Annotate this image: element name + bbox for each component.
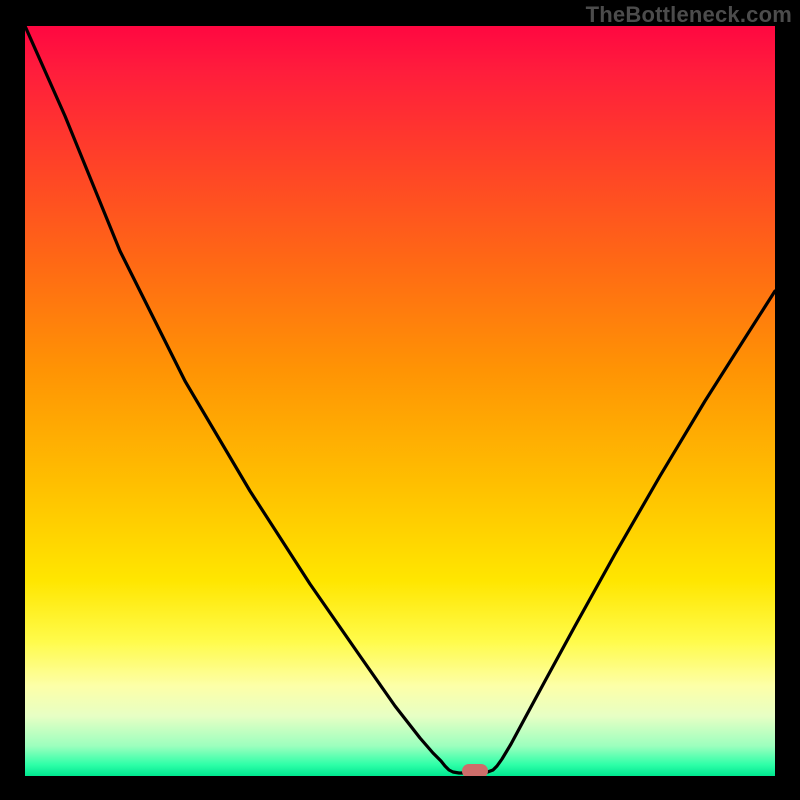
plot-area [25, 26, 775, 776]
bottleneck-curve [25, 26, 775, 776]
minimum-marker [462, 764, 488, 776]
chart-frame: TheBottleneck.com [0, 0, 800, 800]
watermark-text: TheBottleneck.com [586, 2, 792, 28]
